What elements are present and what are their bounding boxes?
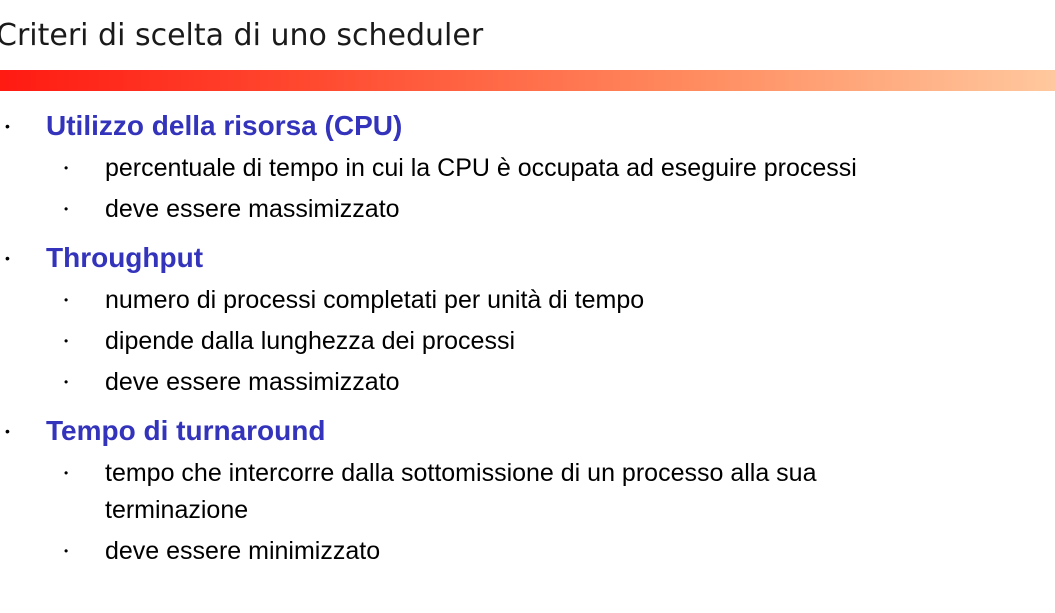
sub-bullet-icon: • [64,544,69,558]
sub-bullet-item: • tempo che intercorre dalla sottomissio… [0,453,1055,531]
sub-bullet-icon: • [64,334,69,348]
title-accent-bar [0,70,1055,91]
sub-bullet-text: tempo che intercorre dalla sottomissione… [105,459,817,524]
sub-bullet-icon: • [64,293,69,307]
slide-content: • Utilizzo della risorsa (CPU) • percent… [0,104,1055,572]
sub-bullet-list: • tempo che intercorre dalla sottomissio… [0,453,1055,572]
sub-bullet-icon: • [64,375,69,389]
sub-bullet-text: deve essere massimizzato [105,195,400,223]
slide-title: Criteri di scelta di uno scheduler [0,18,484,53]
sub-bullet-item: • deve essere massimizzato [0,189,1055,230]
section-heading: Throughput [46,242,204,273]
sub-bullet-item: • dipende dalla lunghezza dei processi [0,321,1055,362]
sub-bullet-text: percentuale di tempo in cui la CPU è occ… [105,154,857,182]
section-turnaround-time: • Tempo di turnaround • tempo che interc… [0,409,1055,572]
sub-bullet-item: • numero di processi completati per unit… [0,280,1055,321]
section-cpu-utilization: • Utilizzo della risorsa (CPU) • percent… [0,104,1055,230]
section-heading: Utilizzo della risorsa (CPU) [46,110,403,141]
sub-bullet-text: dipende dalla lunghezza dei processi [105,327,516,355]
sub-bullet-text: numero di processi completati per unità … [105,286,645,314]
sub-bullet-list: • numero di processi completati per unit… [0,280,1055,403]
section-throughput: • Throughput • numero di processi comple… [0,236,1055,403]
sub-bullet-item: • deve essere massimizzato [0,362,1055,403]
section-heading-row: • Utilizzo della risorsa (CPU) [0,104,1055,148]
sub-bullet-text: deve essere minimizzato [105,537,381,565]
bullet-icon: • [5,423,10,439]
sub-bullet-text: deve essere massimizzato [105,368,400,396]
bullet-icon: • [5,250,10,266]
sub-bullet-icon: • [64,466,69,480]
section-heading-row: • Tempo di turnaround [0,409,1055,453]
bullet-icon: • [5,118,10,134]
sub-bullet-icon: • [64,161,69,175]
sub-bullet-list: • percentuale di tempo in cui la CPU è o… [0,148,1055,230]
sub-bullet-icon: • [64,202,69,216]
sub-bullet-item: • deve essere minimizzato [0,531,1055,572]
sub-bullet-item: • percentuale di tempo in cui la CPU è o… [0,148,1055,189]
section-heading: Tempo di turnaround [46,415,326,446]
section-heading-row: • Throughput [0,236,1055,280]
